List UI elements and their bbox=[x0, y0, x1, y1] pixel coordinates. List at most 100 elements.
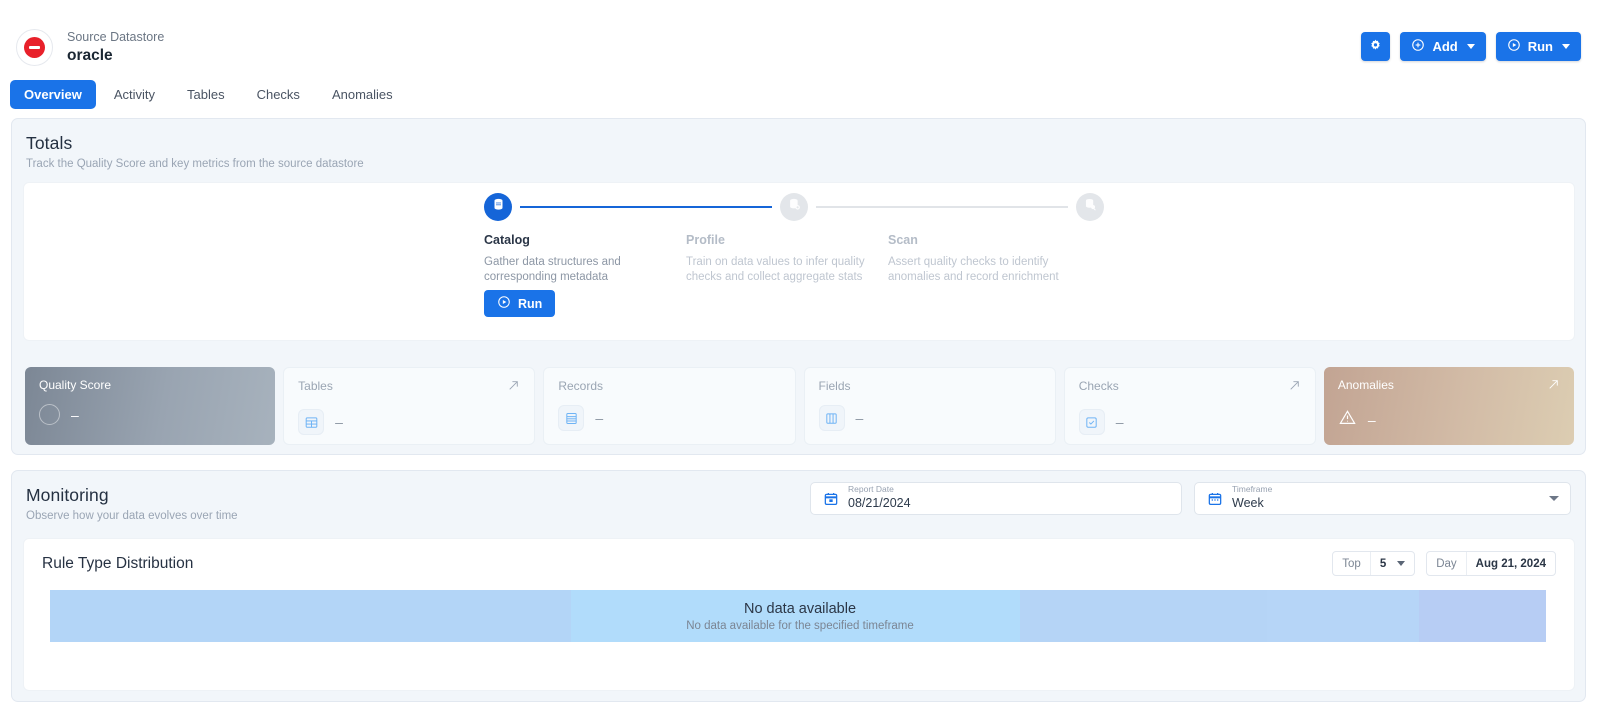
metric-value: – bbox=[335, 414, 343, 430]
metric-value: – bbox=[1115, 414, 1124, 430]
metric-value: – bbox=[595, 410, 604, 426]
tab-anomalies[interactable]: Anomalies bbox=[318, 80, 407, 109]
step-profile-name: Profile bbox=[686, 233, 725, 247]
stepper-connector-2 bbox=[816, 206, 1068, 208]
totals-subtitle: Track the Quality Score and key metrics … bbox=[26, 158, 364, 170]
step-profile-desc: Train on data values to infer quality ch… bbox=[686, 256, 865, 283]
step-catalog-desc: Gather data structures and corresponding… bbox=[484, 256, 621, 283]
plus-circle-icon bbox=[1411, 38, 1425, 55]
calendar-icon bbox=[1207, 491, 1223, 507]
metric-value: – bbox=[855, 410, 864, 426]
play-circle-icon bbox=[497, 295, 511, 312]
day-selector[interactable]: Day Aug 21, 2024 bbox=[1426, 551, 1556, 576]
chart-band-5 bbox=[1419, 590, 1546, 642]
metric-label: Fields bbox=[818, 379, 851, 393]
database-clock-icon bbox=[787, 197, 802, 217]
metric-label: Quality Score bbox=[39, 378, 112, 392]
chart-placeholder-bands bbox=[50, 590, 1546, 642]
chart-band-1 bbox=[50, 590, 571, 642]
report-date-label: Report Date bbox=[848, 484, 894, 495]
monitoring-controls: Report Date 08/21/2024 Timeframe Week bbox=[810, 482, 1571, 515]
totals-panel: Totals Track the Quality Score and key m… bbox=[11, 118, 1586, 455]
metric-card-anomalies[interactable]: Anomalies – bbox=[1323, 367, 1575, 445]
step-profile: Profile Train on data values to infer qu… bbox=[686, 233, 888, 285]
external-link-icon[interactable] bbox=[1288, 379, 1301, 397]
tab-checks[interactable]: Checks bbox=[243, 80, 314, 109]
chart-band-2 bbox=[571, 590, 1020, 642]
timeframe-field[interactable]: Timeframe Week bbox=[1194, 482, 1571, 515]
metric-card-quality-score[interactable]: Quality Score – bbox=[25, 367, 276, 445]
day-value: Aug 21, 2024 bbox=[1475, 557, 1546, 570]
day-label: Day bbox=[1436, 557, 1457, 570]
stepper-icons bbox=[484, 193, 1104, 221]
settings-button[interactable] bbox=[1361, 32, 1391, 61]
chart-band-4 bbox=[1267, 590, 1419, 642]
chevron-down-icon bbox=[1562, 44, 1570, 49]
pipeline-stepper-card: Catalog Gather data structures and corre… bbox=[23, 182, 1575, 341]
top-n-value: 5 bbox=[1379, 557, 1387, 570]
page-header: Source Datastore oracle Add Run Overview… bbox=[0, 0, 1597, 115]
catalog-run-button[interactable]: Run bbox=[484, 290, 556, 317]
step-catalog: Catalog Gather data structures and corre… bbox=[484, 233, 686, 285]
tab-activity[interactable]: Activity bbox=[100, 80, 169, 109]
monitoring-header: Monitoring Observe how your data evolves… bbox=[12, 471, 1585, 522]
avatar bbox=[16, 29, 53, 67]
gear-icon bbox=[1368, 38, 1383, 56]
add-button[interactable]: Add bbox=[1400, 32, 1486, 61]
columns-icon bbox=[818, 405, 845, 431]
step-scan-desc: Assert quality checks to identify anomal… bbox=[888, 256, 1059, 283]
metric-value: – bbox=[71, 406, 79, 423]
table-icon bbox=[298, 409, 325, 435]
datastore-identity: Source Datastore oracle bbox=[16, 28, 164, 67]
tab-tables[interactable]: Tables bbox=[173, 80, 239, 109]
tab-bar: Overview Activity Tables Checks Anomalie… bbox=[10, 80, 407, 109]
add-button-label: Add bbox=[1432, 39, 1458, 54]
chart-title: Rule Type Distribution bbox=[42, 555, 194, 572]
play-circle-icon bbox=[1507, 38, 1521, 55]
catalog-run-label: Run bbox=[518, 296, 543, 311]
run-button-label: Run bbox=[1527, 39, 1553, 54]
metric-card-records[interactable]: Records – bbox=[543, 367, 796, 445]
datastore-type-label: Source Datastore bbox=[67, 30, 165, 44]
page-title: oracle bbox=[67, 47, 113, 65]
metric-label: Records bbox=[558, 379, 604, 393]
overview-page: Source Datastore oracle Add Run Overview… bbox=[0, 0, 1597, 712]
report-date-value: 08/21/2024 bbox=[848, 495, 911, 510]
run-button[interactable]: Run bbox=[1495, 32, 1581, 61]
top-n-label: Top bbox=[1342, 557, 1361, 570]
metric-card-tables[interactable]: Tables – bbox=[283, 367, 536, 445]
pipeline-stepper: Catalog Gather data structures and corre… bbox=[484, 193, 1104, 317]
totals-title: Totals bbox=[26, 133, 73, 153]
check-square-icon bbox=[1078, 409, 1105, 435]
calendar-icon bbox=[823, 491, 839, 507]
external-link-icon[interactable] bbox=[507, 379, 520, 397]
timeframe-label: Timeframe bbox=[1232, 484, 1273, 495]
metric-label: Tables bbox=[298, 379, 333, 393]
step-catalog-icon-circle[interactable] bbox=[484, 193, 512, 221]
step-scan-icon-circle[interactable] bbox=[1076, 193, 1104, 221]
header-actions: Add Run bbox=[1361, 32, 1581, 61]
metric-cards: Quality Score – Tables – Records – Field… bbox=[25, 367, 1575, 445]
chevron-down-icon[interactable] bbox=[1549, 496, 1559, 501]
rule-type-distribution-card: Rule Type Distribution Top 5 Day Aug 21,… bbox=[23, 538, 1575, 691]
step-profile-icon-circle[interactable] bbox=[780, 193, 808, 221]
warning-triangle-icon bbox=[1338, 408, 1357, 432]
totals-header: Totals Track the Quality Score and key m… bbox=[12, 119, 1585, 170]
report-date-field[interactable]: Report Date 08/21/2024 bbox=[810, 482, 1182, 515]
step-scan: Scan Assert quality checks to identify a… bbox=[888, 233, 1090, 285]
chart-controls: Top 5 Day Aug 21, 2024 bbox=[1332, 551, 1556, 576]
step-catalog-name: Catalog bbox=[484, 233, 530, 247]
score-ring-icon bbox=[39, 404, 60, 425]
step-scan-name: Scan bbox=[888, 233, 918, 247]
chevron-down-icon bbox=[1466, 44, 1475, 49]
external-link-icon[interactable] bbox=[1547, 378, 1560, 396]
top-n-selector[interactable]: Top 5 bbox=[1332, 551, 1416, 576]
metric-card-fields[interactable]: Fields – bbox=[803, 367, 1056, 445]
chevron-down-icon[interactable] bbox=[1397, 561, 1406, 566]
monitoring-panel: Monitoring Observe how your data evolves… bbox=[11, 470, 1586, 702]
timeframe-value: Week bbox=[1232, 495, 1264, 510]
tab-overview[interactable]: Overview bbox=[10, 80, 96, 109]
chart-band-3 bbox=[1020, 590, 1267, 642]
metric-card-checks[interactable]: Checks – bbox=[1063, 367, 1316, 445]
stepper-connector-1 bbox=[520, 206, 772, 208]
